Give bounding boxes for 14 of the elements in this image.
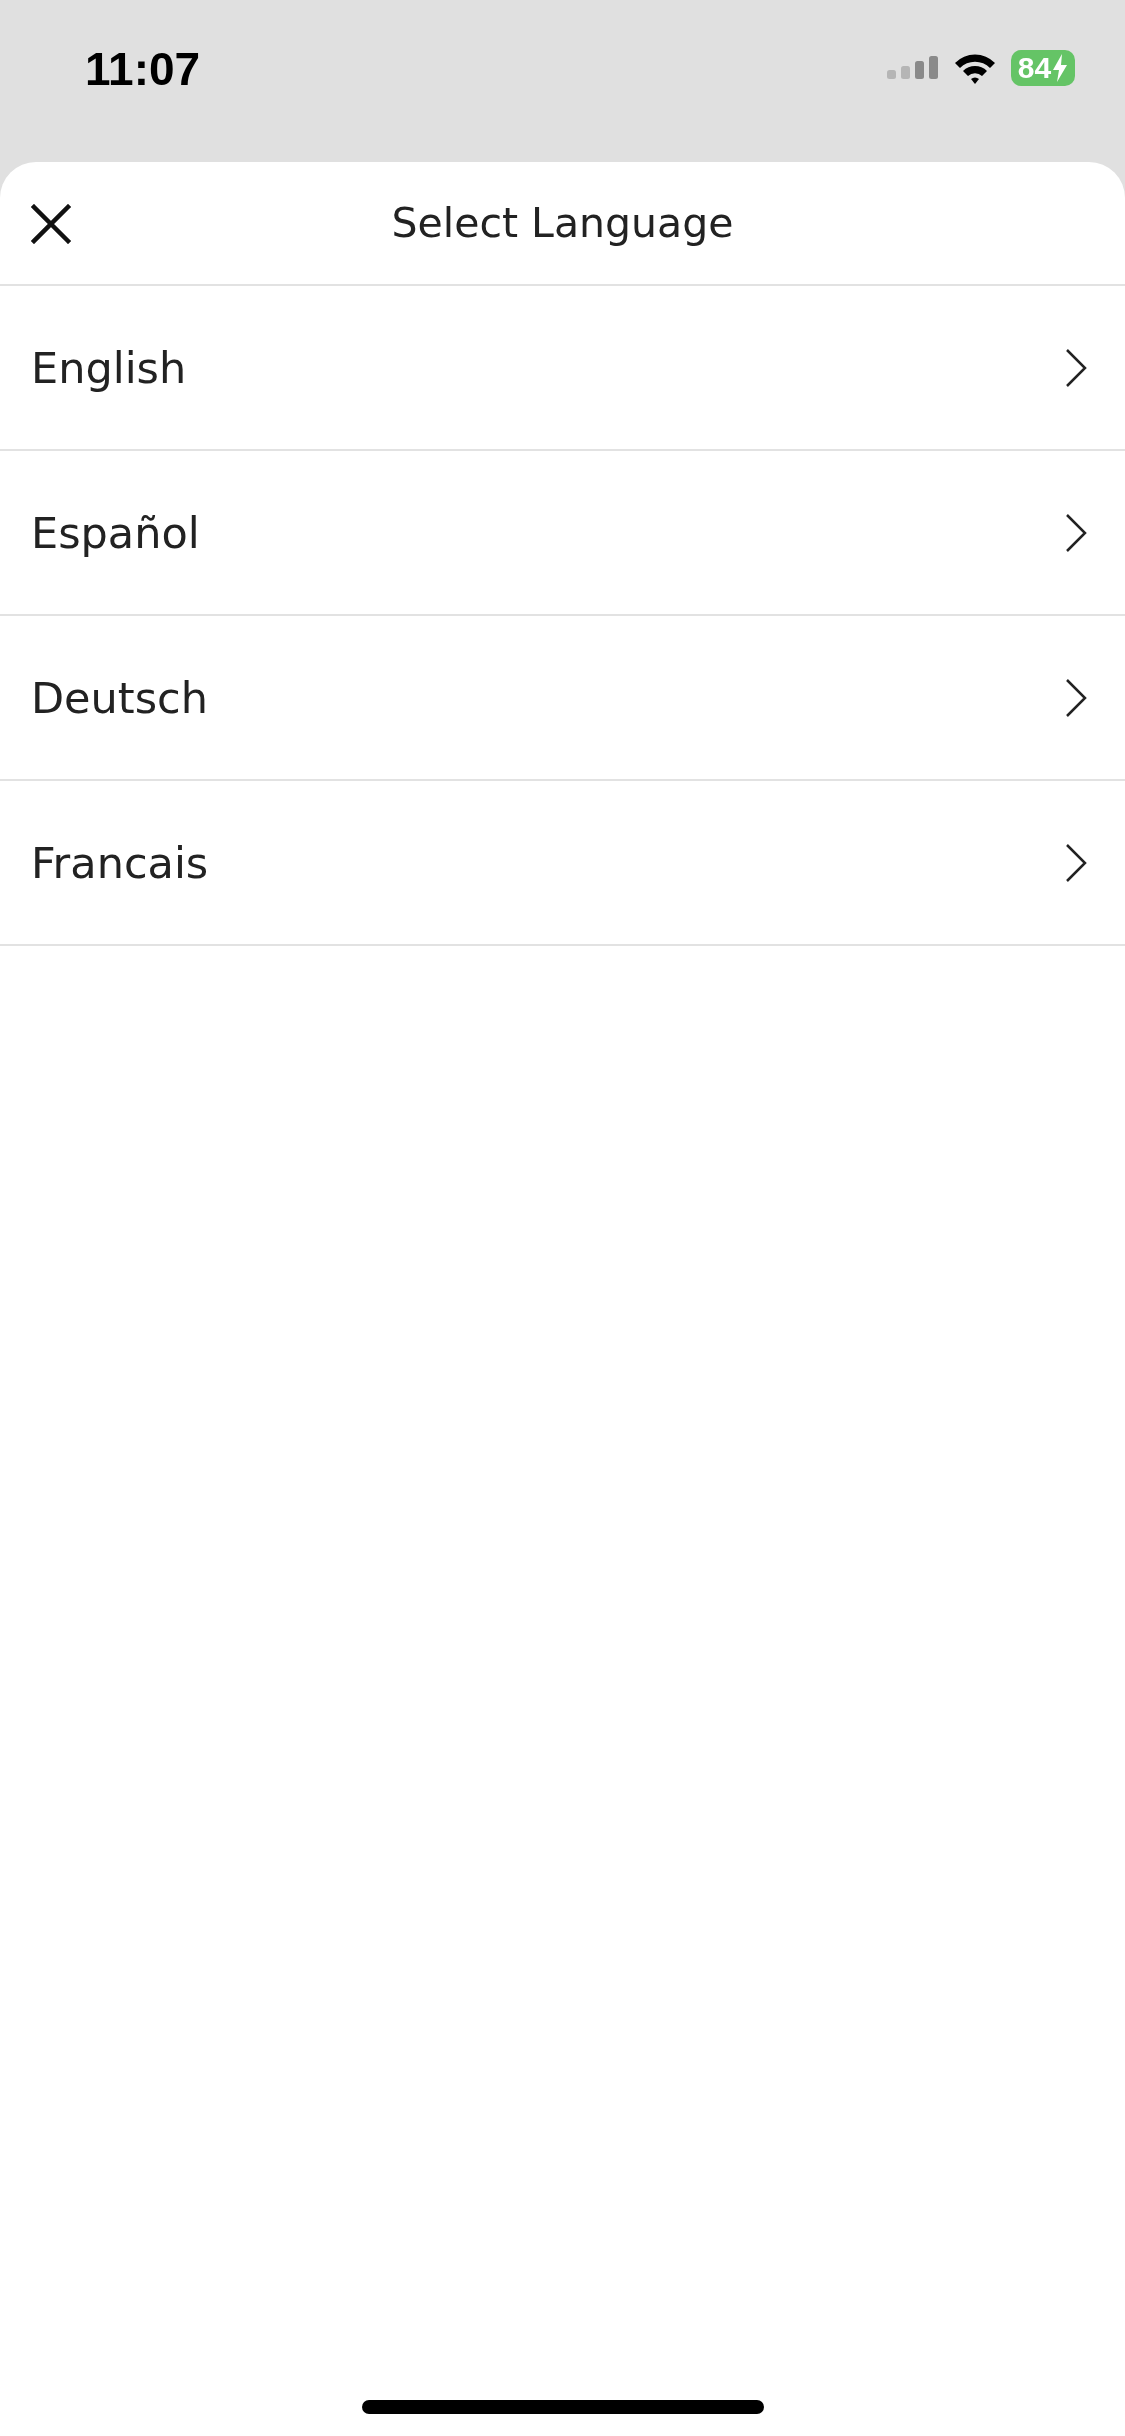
- battery-level: 84: [1017, 51, 1052, 85]
- chevron-icon: [1065, 677, 1087, 718]
- language-item[interactable]: Deutsch: [0, 616, 1125, 781]
- chevron-icon: [1065, 512, 1087, 553]
- chevron-icon: [1065, 842, 1087, 883]
- status-time: 11:07: [85, 42, 201, 96]
- language-item[interactable]: Francais: [0, 781, 1125, 946]
- chevron-icon: [1065, 347, 1087, 388]
- bolt-icon: [1052, 54, 1069, 82]
- language-item[interactable]: English: [0, 286, 1125, 451]
- language-item[interactable]: Español: [0, 451, 1125, 616]
- sheet-title: Select Language: [391, 199, 734, 247]
- close-button[interactable]: [31, 204, 71, 244]
- signal-icon: [887, 56, 939, 80]
